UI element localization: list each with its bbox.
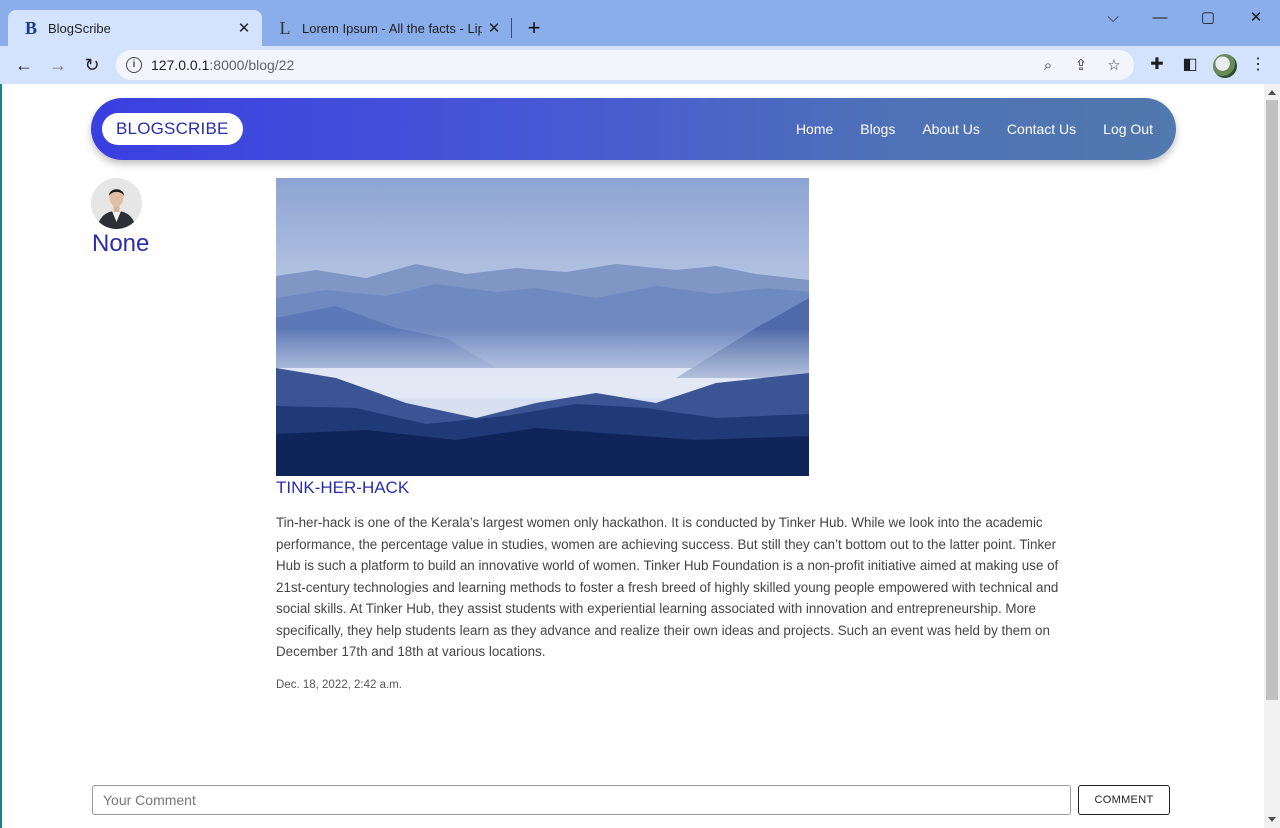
nav-home[interactable]: Home: [796, 121, 833, 137]
tab-title: BlogScribe: [48, 20, 111, 36]
browser-toolbar: ← → ↻ i 127.0.0.1:8000/blog/22 ⌕ ⇪ ☆ ✚ ◧…: [0, 46, 1280, 84]
tab-lorem-ipsum[interactable]: L Lorem Ipsum - All the facts - Lips ✕: [262, 10, 512, 46]
page-scrollbar[interactable]: [1264, 84, 1280, 828]
nav-contact-us[interactable]: Contact Us: [1007, 121, 1076, 137]
nav-log-out[interactable]: Log Out: [1103, 121, 1153, 137]
url-path: :8000/blog/22: [209, 57, 295, 73]
post-body: Tin-her-hack is one of the Kerala’s larg…: [276, 515, 1059, 659]
bookmark-star-icon[interactable]: ☆: [1103, 55, 1125, 77]
tab-title: Lorem Ipsum - All the facts - Lips: [302, 20, 482, 36]
forward-icon[interactable]: →: [44, 51, 72, 79]
url-host: 127.0.0.1: [151, 57, 210, 73]
profile-avatar[interactable]: [1213, 54, 1237, 78]
site-navbar: BLOGSCRIBE Home Blogs About Us Contact U…: [91, 98, 1176, 160]
post-title: TINK-HER-HACK: [276, 478, 410, 497]
browser-tabstrip: B BlogScribe ✕ L Lorem Ipsum - All the f…: [0, 0, 1280, 46]
tab-close-icon[interactable]: ✕: [232, 19, 256, 37]
side-panel-icon[interactable]: ◧: [1179, 54, 1201, 76]
brand-logo[interactable]: BLOGSCRIBE: [102, 113, 243, 145]
post-date: Dec. 18, 2022, 2:42 a.m.: [276, 679, 402, 691]
scroll-up-arrow-icon[interactable]: [1268, 90, 1276, 95]
comment-input[interactable]: [92, 785, 1071, 815]
minimize-button[interactable]: —: [1140, 4, 1180, 32]
back-icon[interactable]: ←: [10, 51, 38, 79]
page-viewport: BLOGSCRIBE Home Blogs About Us Contact U…: [0, 84, 1264, 828]
site-info-icon[interactable]: i: [126, 57, 142, 73]
post-hero-image: [276, 178, 809, 476]
nav-about-us[interactable]: About Us: [922, 121, 980, 137]
url-text: 127.0.0.1:8000/blog/22: [151, 57, 294, 73]
scrollbar-thumb[interactable]: [1266, 100, 1278, 700]
author-avatar: [91, 178, 142, 229]
new-tab-button[interactable]: +: [520, 14, 548, 42]
tab-divider: [511, 18, 512, 38]
tab-search-icon[interactable]: ⌵: [1093, 4, 1133, 32]
lipsum-favicon-icon: L: [279, 17, 291, 38]
blogscribe-favicon-icon: B: [24, 17, 37, 38]
extensions-icon[interactable]: ✚: [1146, 54, 1168, 76]
scroll-down-arrow-icon[interactable]: [1268, 817, 1276, 822]
tab-blogscribe[interactable]: B BlogScribe ✕: [8, 10, 262, 46]
zoom-icon[interactable]: ⌕: [1037, 55, 1059, 77]
comment-button[interactable]: COMMENT: [1078, 785, 1170, 815]
nav-blogs[interactable]: Blogs: [860, 121, 895, 137]
menu-icon[interactable]: ⋮: [1247, 54, 1269, 76]
reload-icon[interactable]: ↻: [78, 51, 106, 79]
nav-links: Home Blogs About Us Contact Us Log Out: [796, 98, 1153, 160]
share-icon[interactable]: ⇪: [1070, 55, 1092, 77]
address-bar[interactable]: i 127.0.0.1:8000/blog/22 ⌕ ⇪ ☆: [116, 50, 1134, 80]
author-name: None: [92, 230, 150, 257]
window-close-button[interactable]: ✕: [1236, 4, 1276, 32]
maximize-button[interactable]: ▢: [1188, 4, 1228, 32]
tab-close-icon[interactable]: ✕: [482, 19, 506, 37]
